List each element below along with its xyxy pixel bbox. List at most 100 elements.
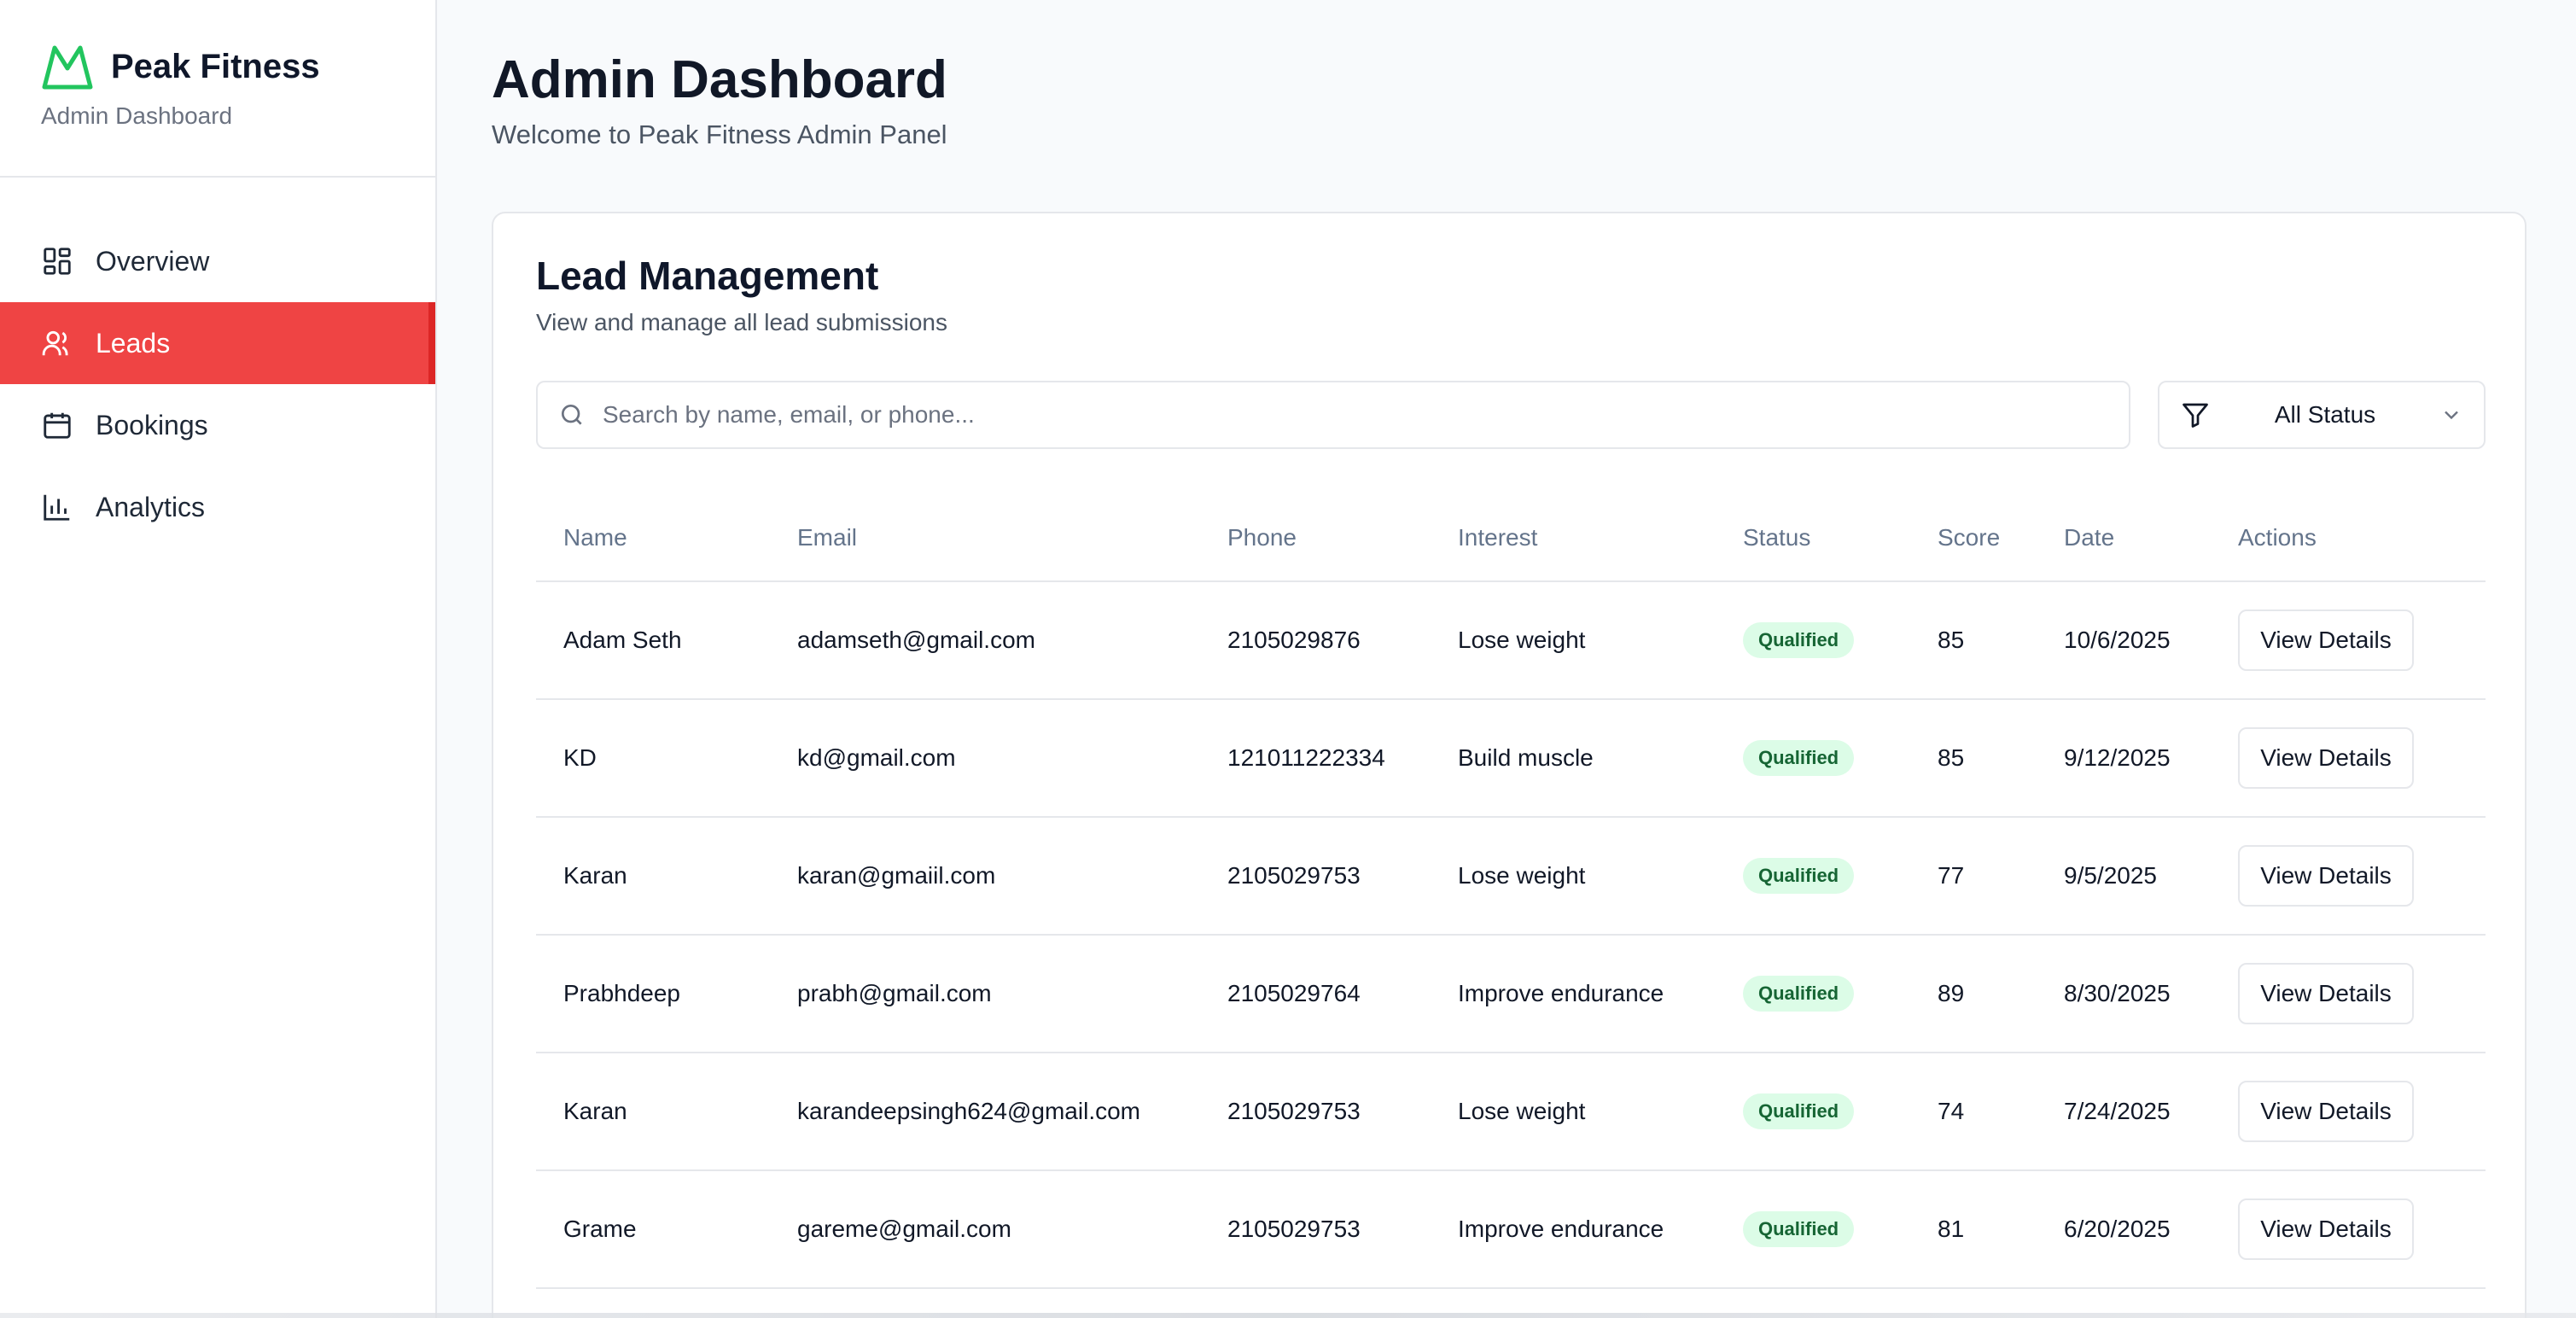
sidebar-item-label: Overview: [96, 245, 210, 277]
cell-date: 9/5/2025: [2064, 862, 2157, 889]
brand-subtitle: Admin Dashboard: [41, 102, 233, 129]
view-details-button[interactable]: View Details: [2238, 727, 2414, 789]
bar-chart-icon: [44, 494, 70, 521]
cell-interest: Lose weight: [1458, 1098, 1586, 1124]
sidebar-item-label: Analytics: [96, 491, 206, 522]
app-window: Peak Fitness Admin Dashboard Overview Le…: [0, 0, 2576, 1318]
cell-interest: Build muscle: [1458, 744, 1594, 771]
status-filter-value: All Status: [2274, 401, 2376, 428]
cell-status: Qualified: [1743, 622, 1938, 658]
table-header: Name Email Phone Interest Status Score D…: [536, 495, 2486, 582]
cell-email: karan@gmaiil.com: [797, 862, 996, 889]
grid-icon: [44, 248, 71, 275]
cell-interest: Lose weight: [1458, 862, 1586, 889]
chevron-down-icon: [2445, 411, 2458, 420]
cell-email: adamseth@gmail.com: [797, 627, 1035, 653]
cell-date: 7/24/2025: [2064, 1098, 2171, 1124]
cell-date: 9/12/2025: [2064, 744, 2171, 771]
search-icon: [562, 405, 582, 425]
cell-name: Karan: [563, 1098, 627, 1124]
cell-score: 85: [1938, 627, 1965, 653]
status-badge: Qualified: [1743, 858, 1855, 894]
view-details-button[interactable]: View Details: [2238, 1198, 2414, 1260]
status-badge: Qualified: [1743, 1093, 1855, 1129]
filter-icon: [2183, 403, 2208, 428]
cell-status: Qualified: [1743, 976, 1938, 1012]
cell-actions: View Details: [2238, 609, 2486, 671]
column-header-status: Status: [1743, 524, 1811, 551]
section-title: Lead Management: [536, 254, 879, 298]
cell-name: KD: [563, 744, 597, 771]
mountain-logo-icon: [42, 45, 93, 90]
users-icon: [42, 330, 68, 356]
section-subtitle: View and manage all lead submissions: [536, 309, 947, 335]
sidebar-item-analytics[interactable]: Analytics: [0, 466, 435, 548]
cell-interest: Lose weight: [1458, 627, 1586, 653]
cell-status: Qualified: [1743, 858, 1938, 894]
view-details-button[interactable]: View Details: [2238, 963, 2414, 1024]
cell-score: 85: [1938, 744, 1965, 771]
page-title: Admin Dashboard: [492, 50, 947, 109]
cell-date: 8/30/2025: [2064, 980, 2171, 1006]
column-header-email: Email: [797, 524, 858, 551]
table-row: Grame gareme@gmail.com 2105029753 Improv…: [536, 1171, 2486, 1289]
cell-interest: Improve endurance: [1458, 980, 1664, 1006]
cell-actions: View Details: [2238, 1081, 2486, 1142]
cell-name: Grame: [563, 1216, 637, 1242]
brand-row: Peak Fitness: [41, 43, 435, 90]
cell-status: Qualified: [1743, 740, 1938, 776]
brand-header: Peak Fitness Admin Dashboard: [0, 0, 435, 178]
cell-interest: Improve endurance: [1458, 1216, 1664, 1242]
view-details-button[interactable]: View Details: [2238, 1081, 2414, 1142]
status-filter-dropdown[interactable]: All Status: [2158, 381, 2486, 449]
column-header-score: Score: [1938, 524, 2001, 551]
table-row: Prabhdeep prabh@gmail.com 2105029764 Imp…: [536, 936, 2486, 1053]
table-row: Karan karan@gmaiil.com 2105029753 Lose w…: [536, 818, 2486, 936]
table-row: Adam Seth adamseth@gmail.com 2105029876 …: [536, 582, 2486, 700]
cell-status: Qualified: [1743, 1093, 1938, 1129]
sidebar-item-bookings[interactable]: Bookings: [0, 384, 435, 466]
cell-email: gareme@gmail.com: [797, 1216, 1011, 1242]
cell-phone: 2105029764: [1227, 980, 1361, 1006]
cell-date: 10/6/2025: [2064, 627, 2171, 653]
cell-email: karandeepsingh624@gmail.com: [797, 1098, 1140, 1124]
sidebar-item-label: Bookings: [96, 409, 208, 440]
sidebar-nav: Overview Leads Bookings Analytics: [0, 178, 435, 548]
status-badge: Qualified: [1743, 1211, 1855, 1247]
search-input[interactable]: [601, 400, 2103, 429]
cell-actions: View Details: [2238, 727, 2486, 789]
cell-phone: 2105029753: [1227, 862, 1361, 889]
cell-score: 89: [1938, 980, 1965, 1006]
page-subtitle: Welcome to Peak Fitness Admin Panel: [492, 120, 947, 149]
cell-email: prabh@gmail.com: [797, 980, 992, 1006]
column-header-actions: Actions: [2238, 524, 2317, 551]
column-header-date: Date: [2064, 524, 2115, 551]
cell-status: Qualified: [1743, 1211, 1938, 1247]
status-badge: Qualified: [1743, 740, 1855, 776]
lead-management-card: Lead Management View and manage all lead…: [492, 212, 2526, 1318]
window-bottom-edge: [0, 1313, 2576, 1318]
sidebar-item-leads[interactable]: Leads: [0, 302, 435, 384]
brand-name: Peak Fitness: [111, 47, 320, 85]
cell-score: 77: [1938, 862, 1965, 889]
leads-table: Name Email Phone Interest Status Score D…: [536, 495, 2486, 1289]
cell-phone: 2105029753: [1227, 1216, 1361, 1242]
cell-actions: View Details: [2238, 963, 2486, 1024]
sidebar: Peak Fitness Admin Dashboard Overview Le…: [0, 0, 437, 1318]
cell-name: Karan: [563, 862, 627, 889]
view-details-button[interactable]: View Details: [2238, 609, 2414, 671]
sidebar-item-overview[interactable]: Overview: [0, 220, 435, 302]
search-box: [536, 381, 2130, 449]
column-header-name: Name: [563, 524, 627, 551]
column-header-interest: Interest: [1458, 524, 1538, 551]
cell-date: 6/20/2025: [2064, 1216, 2171, 1242]
cell-actions: View Details: [2238, 1198, 2486, 1260]
cell-phone: 2105029753: [1227, 1098, 1361, 1124]
cell-phone: 121011222334: [1227, 744, 1385, 771]
cell-actions: View Details: [2238, 845, 2486, 907]
cell-email: kd@gmail.com: [797, 744, 956, 771]
table-row: KD kd@gmail.com 121011222334 Build muscl…: [536, 700, 2486, 818]
table-row: Karan karandeepsingh624@gmail.com 210502…: [536, 1053, 2486, 1171]
view-details-button[interactable]: View Details: [2238, 845, 2414, 907]
sidebar-item-label: Leads: [96, 327, 171, 359]
